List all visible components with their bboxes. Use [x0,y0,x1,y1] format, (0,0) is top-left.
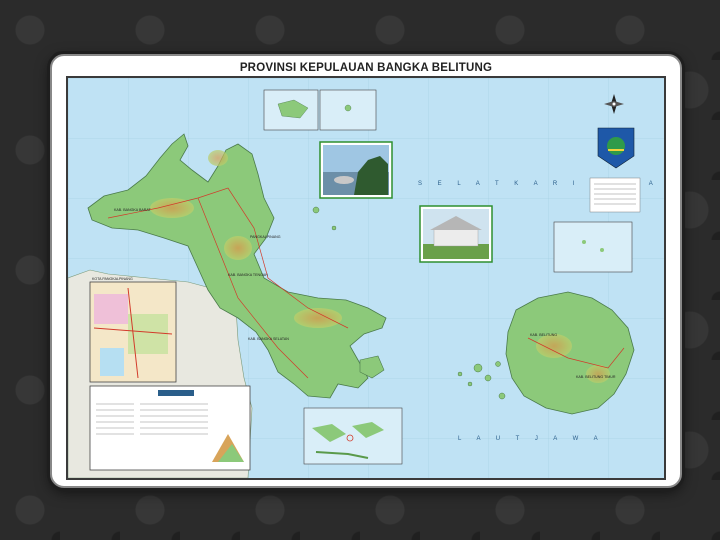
map-frame: PROVINSI KEPULAUAN BANGKA BELITUNG KAB. … [50,54,682,488]
map-legend [89,385,251,471]
label-belitung-timur: KAB. BELITUNG TIMUR [576,375,616,379]
photo-building [419,205,493,263]
sea-label-south: L A U T J A W A [458,436,605,442]
label-bangka-selatan: KAB. BANGKA SELATAN [248,337,289,341]
inset-right [553,221,633,273]
bangka-upland-central [224,236,252,260]
belitung-upland [536,334,572,358]
inset-top-right [319,89,377,131]
label-pangkalpinang: PANGKALPINANG [250,235,281,239]
inset-top-left [263,89,319,131]
province-map: KAB. BANGKA BARAT KAB. BANGKA TENGAH KAB… [68,78,664,478]
label-belitung: KAB. BELITUNG [530,333,557,337]
bangka-upland-north [208,150,228,166]
map-title: PROVINSI KEPULAUAN BANGKA BELITUNG [239,62,493,74]
legend-small [589,177,641,213]
bangka-upland-south [294,308,342,328]
locator-inset [303,407,403,465]
label-bangka-barat: KAB. BANGKA BARAT [114,208,151,212]
photo-beach [319,141,393,199]
label-bangka-tengah: KAB. BANGKA TENGAH [228,273,268,277]
label-city-inset: KOTA PANGKALPINANG [92,277,133,281]
map-sheet: KAB. BANGKA BARAT KAB. BANGKA TENGAH KAB… [66,76,666,480]
city-inset-map: KOTA PANGKALPINANG [89,277,177,383]
